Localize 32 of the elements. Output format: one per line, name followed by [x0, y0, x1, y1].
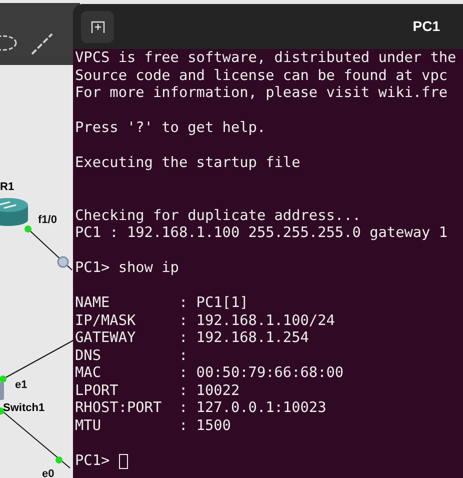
window-title: PC1	[412, 17, 440, 36]
output-line: Executing the startup file	[75, 155, 300, 172]
output-line: IP/MASK : 192.168.1.100/24	[75, 312, 335, 330]
port-status-dot	[24, 226, 32, 232]
device-label: R1	[0, 180, 14, 195]
output-line: DNS :	[75, 348, 188, 365]
output-line: MAC : 00:50:79:66:68:00	[75, 365, 344, 382]
output-line: GATEWAY : 192.168.1.254	[75, 330, 309, 348]
switch-icon[interactable]	[0, 382, 4, 400]
output-line: PC1 : 192.168.1.100 255.255.255.0 gateway 1	[75, 225, 448, 242]
command-line: PC1> show ip	[75, 260, 179, 278]
port-status-dot	[56, 456, 62, 464]
output-line: Source code and license can be found at vpc	[75, 68, 448, 85]
output-line: VPCS is free software, distributed under the	[75, 50, 456, 68]
output-line: For more information, please visit wiki.fre	[75, 85, 448, 102]
new-tab-button[interactable]	[81, 10, 114, 42]
line-tool-icon[interactable]	[31, 33, 53, 55]
output-line: RHOST:PORT : 127.0.0.1:10023	[75, 400, 326, 418]
output-line: MTU : 1500	[75, 418, 231, 435]
magnifier-icon	[57, 256, 69, 268]
prompt: PC1>	[75, 452, 110, 470]
port-label: f1/0	[38, 213, 57, 228]
new-tab-icon	[90, 20, 104, 32]
port-label: e1	[15, 378, 28, 393]
device-label: Switch1	[3, 401, 45, 416]
router-icon[interactable]	[0, 198, 28, 226]
port-label: e0	[42, 467, 54, 478]
ellipse-tool-icon[interactable]	[0, 35, 17, 51]
output-line: LPORT : 10022	[75, 382, 240, 400]
output-line: NAME : PC1[1]	[75, 295, 248, 312]
output-line: Checking for duplicate address...	[75, 208, 361, 225]
output-line: Press '?' to get help.	[75, 120, 266, 138]
